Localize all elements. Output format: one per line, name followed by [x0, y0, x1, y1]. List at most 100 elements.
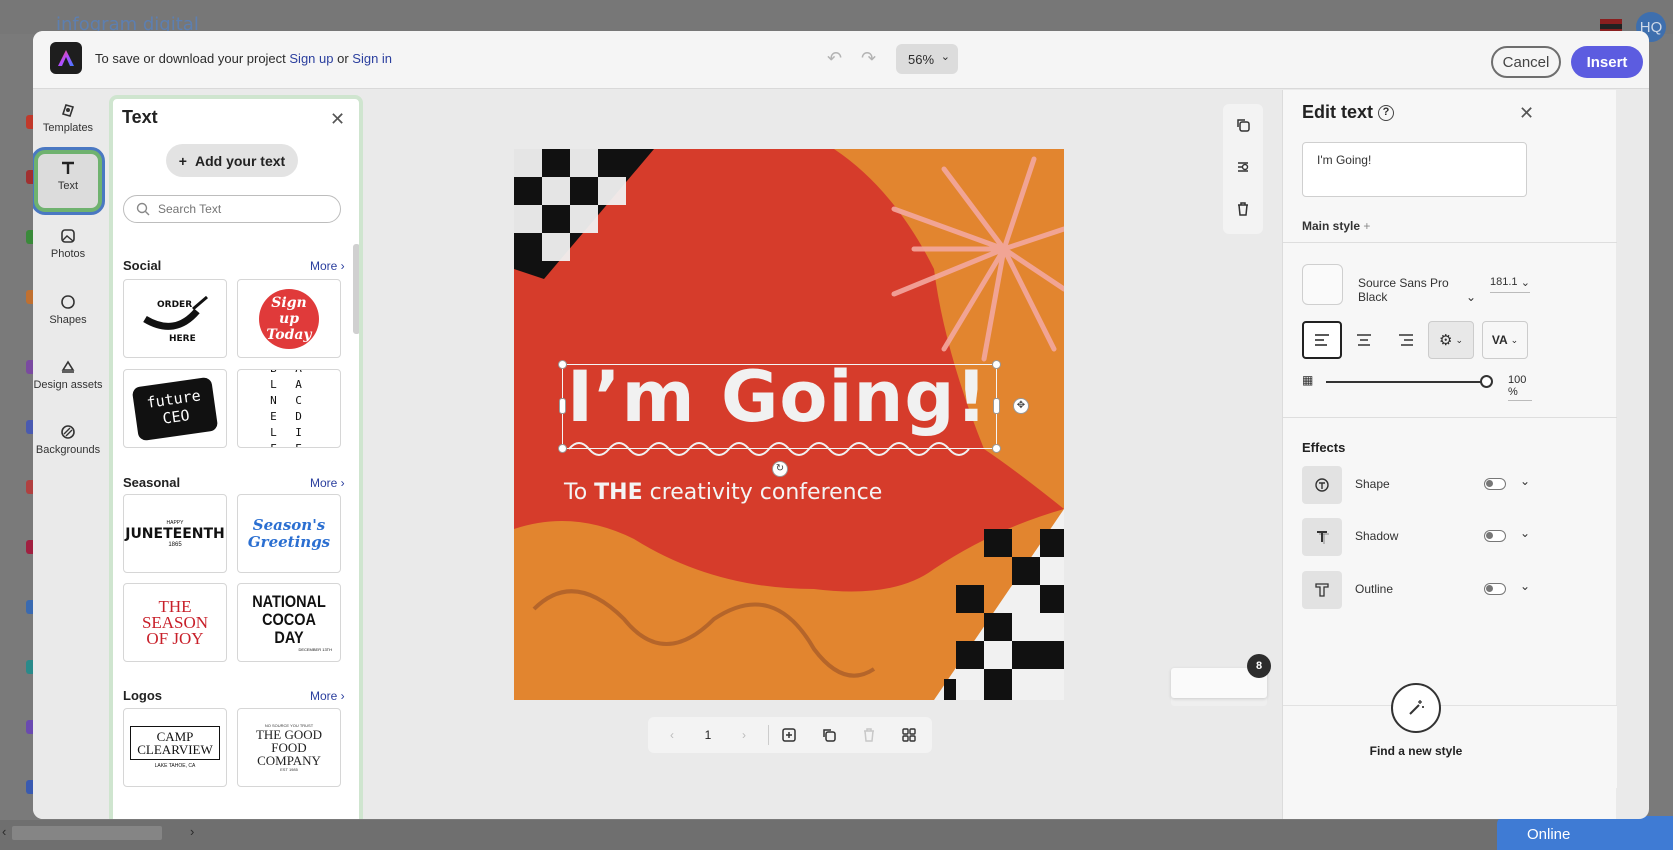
balanced-life-text: B A L A N C E D L I F E [270, 370, 308, 448]
close-icon[interactable]: ✕ [330, 109, 345, 130]
resize-handle-bottom-left[interactable] [558, 444, 567, 453]
delete-page-icon[interactable] [849, 727, 889, 743]
subheadline-text[interactable]: To THE creativity conference [564, 480, 882, 505]
scrollbar-thumb[interactable] [12, 826, 162, 840]
text-content-field[interactable]: I'm Going! [1302, 142, 1527, 197]
template-tile-cocoa-day[interactable]: NATIONAL COCOA DAY DECEMBER 13TH [237, 583, 341, 662]
plus-icon: + [178, 152, 187, 169]
main-style-heading[interactable]: Main style + [1302, 219, 1370, 233]
rail-item-shapes[interactable]: Shapes [33, 288, 103, 346]
rail-label: Design assets [33, 379, 103, 391]
find-new-style-section: Find a new style [1283, 683, 1617, 788]
spacing-dropdown[interactable]: VA ⌄ [1482, 321, 1528, 359]
rail-item-text[interactable]: Text [33, 147, 105, 215]
delete-icon[interactable] [1223, 188, 1263, 230]
template-tile-seasons-greetings[interactable]: Season's Greetings [237, 494, 341, 573]
food-sub: EST 1985 [280, 767, 298, 772]
rail-label: Photos [50, 248, 86, 260]
search-field[interactable] [123, 195, 341, 223]
close-icon[interactable]: ✕ [1519, 103, 1534, 124]
juneteenth-sub: 1865 [168, 541, 182, 548]
template-tile-season-of-joy[interactable]: THE SEASON OF JOY [123, 583, 227, 662]
resize-handle-top-right[interactable] [992, 360, 1001, 369]
opacity-control[interactable]: ▦ 100 % [1302, 371, 1532, 401]
text-style-dropdown[interactable]: ⚙ ⌄ [1428, 321, 1474, 359]
zoom-select[interactable]: 56% ⌄ [896, 44, 958, 74]
effect-label: Shape [1355, 477, 1390, 491]
duplicate-page-icon[interactable] [809, 727, 849, 743]
template-tile-balanced-life[interactable]: B A L A N C E D L I F E [237, 369, 341, 448]
next-page-icon[interactable]: › [720, 728, 768, 742]
duplicate-icon[interactable] [1223, 104, 1263, 146]
help-icon[interactable]: ? [1378, 105, 1394, 121]
text-color-swatch[interactable] [1302, 264, 1343, 305]
horizontal-scrollbar[interactable]: ‹ › [0, 820, 1673, 850]
template-tile-future-ceo[interactable]: future CEO [123, 369, 227, 448]
rail-item-photos[interactable]: Photos [33, 222, 103, 280]
background-header: infogram digital HQ [0, 0, 1673, 42]
rail-item-templates[interactable]: Templates [33, 96, 103, 154]
opacity-slider-track[interactable] [1326, 381, 1486, 383]
effects-heading: Effects [1302, 440, 1346, 455]
move-handle-icon[interactable]: ✥ [1013, 398, 1029, 414]
resize-handle-bottom-right[interactable] [992, 444, 1001, 453]
font-size-select[interactable]: 181.1 ⌄ [1490, 276, 1530, 293]
rail-label: Text [57, 180, 79, 192]
online-status-badge[interactable]: Online [1497, 816, 1673, 850]
chevron-down-icon[interactable]: ⌄ [1520, 474, 1530, 488]
align-left-button[interactable] [1302, 321, 1342, 359]
add-your-text-button[interactable]: + Add your text [166, 144, 298, 177]
more-link-social[interactable]: More › [310, 259, 345, 273]
template-tile-juneteenth[interactable]: HAPPY JUNETEENTH 1865 [123, 494, 227, 573]
template-tile-order-here[interactable]: ORDER HERE [123, 279, 227, 358]
more-link-seasonal[interactable]: More › [310, 476, 345, 490]
undo-icon[interactable]: ↶ [827, 48, 842, 69]
save-message-text: To save or download your project [95, 51, 290, 66]
align-center-button[interactable] [1344, 321, 1384, 359]
resize-handle-right[interactable] [993, 398, 1000, 414]
opacity-slider-thumb[interactable] [1480, 375, 1493, 388]
sign-in-link[interactable]: Sign in [352, 51, 392, 66]
outline-toggle[interactable] [1484, 583, 1506, 595]
find-new-style-button[interactable] [1391, 683, 1441, 733]
scroll-right-icon[interactable]: › [190, 824, 194, 839]
scroll-left-icon[interactable]: ‹ [2, 824, 6, 839]
shape-toggle[interactable] [1484, 478, 1506, 490]
more-link-logos[interactable]: More › [310, 689, 345, 703]
redo-icon[interactable]: ↷ [861, 48, 876, 69]
find-new-style-label[interactable]: Find a new style [1283, 744, 1549, 758]
shadow-toggle[interactable] [1484, 530, 1506, 542]
effect-row-shadow[interactable]: Shadow ⌄ [1302, 518, 1530, 556]
sign-up-link[interactable]: Sign up [289, 51, 333, 66]
selection-box[interactable] [562, 364, 997, 449]
previous-page-icon[interactable]: ‹ [648, 728, 696, 742]
effect-label: Outline [1355, 582, 1394, 596]
add-page-icon[interactable] [769, 727, 809, 743]
align-right-icon [1399, 334, 1413, 346]
chevron-down-icon[interactable]: ⌄ [1520, 526, 1530, 540]
template-tile-sign-up-today[interactable]: Sign up Today [237, 279, 341, 358]
rail-item-design-assets[interactable]: Design assets [33, 353, 103, 411]
font-value: Source Sans Pro Black [1358, 276, 1449, 304]
chevron-down-icon: ⌄ [1520, 277, 1530, 289]
add-text-label: Add your text [194, 152, 286, 169]
panel-scrollbar[interactable] [353, 244, 359, 334]
search-input[interactable] [158, 202, 318, 216]
rail-item-backgrounds[interactable]: Backgrounds [33, 418, 103, 476]
insert-button[interactable]: Insert [1571, 46, 1643, 78]
grid-view-icon[interactable] [889, 727, 929, 743]
resize-handle-left[interactable] [559, 398, 566, 414]
search-icon [136, 202, 150, 216]
cancel-button[interactable]: Cancel [1491, 46, 1561, 78]
opacity-value[interactable]: 100 % [1508, 374, 1532, 401]
effect-row-shape[interactable]: Shape ⌄ [1302, 466, 1530, 504]
effect-row-outline[interactable]: Outline ⌄ [1302, 571, 1530, 609]
rotate-handle-icon[interactable]: ↻ [772, 461, 788, 477]
chevron-down-icon[interactable]: ⌄ [1520, 579, 1530, 593]
template-tile-good-food[interactable]: NO SOURCE YOU TRUST THE GOOD FOOD COMPAN… [237, 708, 341, 787]
align-right-button[interactable] [1386, 321, 1426, 359]
arrange-icon[interactable] [1223, 146, 1263, 188]
font-select[interactable]: Source Sans Pro Black ⌄ [1358, 276, 1476, 304]
resize-handle-top-left[interactable] [558, 360, 567, 369]
template-tile-camp-clearview[interactable]: CAMP CLEARVIEW LAKE TAHOE, CA [123, 708, 227, 787]
